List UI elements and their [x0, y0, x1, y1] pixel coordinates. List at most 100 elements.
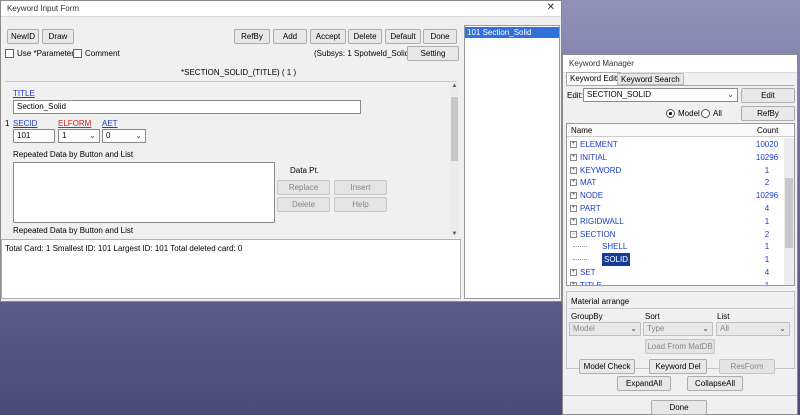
newid-button[interactable]: NewID — [7, 29, 39, 44]
tree-item[interactable]: + PART 4 — [567, 202, 783, 215]
sort-select[interactable]: Type ⌄ — [643, 322, 713, 336]
chevron-down-icon: ⌄ — [779, 324, 786, 333]
edit-keyword-select[interactable]: SECTION_SOLID ⌄ — [583, 88, 738, 102]
delete-button[interactable]: Delete — [348, 29, 382, 44]
resform-button[interactable]: ResForm — [719, 359, 775, 374]
chevron-down-icon: ⌄ — [702, 324, 709, 333]
tree-item-count: 10020 — [755, 140, 779, 149]
model-check-button[interactable]: Model Check — [579, 359, 635, 374]
repeated-data-label-2: Repeated Data by Button and List — [13, 226, 134, 235]
tree-item-count: 2 — [764, 178, 770, 188]
sort-label: Sort — [645, 312, 660, 321]
tab-keyword-edit[interactable]: Keyword Edit — [566, 72, 622, 85]
status-box: Total Card: 1 Smallest ID: 101 Largest I… — [1, 239, 461, 299]
chevron-down-icon: ⌄ — [135, 131, 142, 140]
tree-item-label: SECTION — [580, 229, 616, 239]
list-label: List — [717, 312, 730, 321]
replace-button[interactable]: Replace — [277, 180, 330, 195]
km-done-button[interactable]: Done — [651, 400, 707, 415]
aet-label[interactable]: AET — [102, 119, 118, 128]
tree-item[interactable]: + ELEMENT 10020 — [567, 138, 783, 151]
divider — [5, 81, 457, 82]
keyword-del-button[interactable]: Keyword Del — [649, 359, 707, 374]
insert-button[interactable]: Insert — [334, 180, 387, 195]
tree-item-label: TITLE — [580, 280, 602, 286]
groupby-select[interactable]: Model ⌄ — [569, 322, 641, 336]
tree-scrollbar[interactable] — [784, 138, 794, 285]
expand-icon[interactable]: + — [570, 153, 577, 161]
tree-item[interactable]: + NODE 10296 — [567, 189, 783, 202]
draw-button[interactable]: Draw — [42, 29, 74, 44]
default-button[interactable]: Default — [385, 29, 421, 44]
aet-select[interactable]: 0 ⌄ — [102, 129, 146, 143]
material-arrange-group: Material arrange GroupBy Sort List Model… — [566, 291, 795, 369]
elform-select[interactable]: 1 ⌄ — [58, 129, 100, 143]
tree-item[interactable]: - SECTION 2 — [567, 228, 783, 241]
groupby-value: Model — [573, 324, 595, 333]
tree-item[interactable]: + SET 4 — [567, 266, 783, 279]
tree-item-label: INITIAL — [580, 152, 608, 162]
expand-icon[interactable]: + — [570, 269, 577, 276]
done-button[interactable]: Done — [423, 29, 457, 44]
title-input[interactable]: Section_Solid — [13, 100, 361, 114]
keyword-list[interactable]: 101 Section_Solid — [464, 25, 560, 299]
tree-item[interactable]: + KEYWORD 1 — [567, 164, 783, 177]
tree-item-label: ELEMENT — [580, 140, 618, 149]
setting-button[interactable]: Setting — [407, 46, 459, 61]
comment-checkbox[interactable] — [73, 49, 82, 58]
tree-item[interactable]: + INITIAL 10296 — [567, 151, 783, 164]
edit-button[interactable]: Edit — [741, 88, 795, 103]
tree-item-label: PART — [580, 204, 601, 213]
expand-all-button[interactable]: ExpandAll — [617, 376, 671, 391]
keyword-manager-window: Keyword Manager Keyword Edit Keyword Sea… — [562, 54, 798, 415]
delete-data-button[interactable]: Delete — [277, 197, 330, 212]
tab-keyword-search[interactable]: Keyword Search — [617, 73, 684, 85]
list-item[interactable]: 101 Section_Solid — [465, 27, 559, 38]
title-field-label[interactable]: TITLE — [13, 89, 35, 98]
collapse-icon[interactable]: - — [570, 230, 577, 238]
help-button[interactable]: Help — [334, 197, 387, 212]
expand-icon[interactable]: + — [570, 179, 577, 187]
collapse-all-button[interactable]: CollapseAll — [687, 376, 743, 391]
repeated-data-list[interactable] — [13, 162, 275, 223]
col-count-header[interactable]: Count — [757, 126, 778, 135]
scrollbar-thumb[interactable] — [785, 178, 793, 248]
tree-item-label: NODE — [580, 191, 604, 201]
expand-icon[interactable]: + — [570, 166, 577, 174]
secid-label[interactable]: SECID — [13, 119, 37, 128]
card-scroll-area: TITLE Section_Solid 1 SECID ELFORM AET 1… — [5, 83, 461, 235]
secid-input[interactable]: 101 — [13, 129, 55, 143]
scrollbar-thumb[interactable] — [451, 97, 458, 161]
scroll-up-icon[interactable]: ▲ — [450, 83, 459, 89]
add-button[interactable]: Add — [273, 29, 307, 44]
tree-item[interactable]: SHELL 1 — [567, 240, 783, 253]
close-icon[interactable]: ✕ — [547, 2, 555, 13]
subsys-label: (Subsys: 1 Spotweld_Solid.k) — [314, 49, 419, 58]
vertical-scrollbar[interactable]: ▲ ▼ — [450, 83, 459, 237]
card-row-number: 1 — [5, 119, 10, 128]
list-select[interactable]: All ⌄ — [716, 322, 790, 336]
load-from-matdb-button[interactable]: Load From MatDB — [645, 339, 715, 354]
kif-titlebar: Keyword Input Form ✕ — [1, 1, 561, 17]
use-parameter-checkbox[interactable] — [5, 49, 14, 58]
expand-icon[interactable]: + — [570, 141, 577, 148]
expand-icon[interactable]: + — [570, 205, 577, 212]
km-refby-button[interactable]: RefBy — [741, 106, 795, 121]
tree-item[interactable]: + TITLE 1 — [567, 279, 783, 286]
expand-icon[interactable]: + — [570, 281, 577, 285]
keyword-tree[interactable]: Name Count + ELEMENT 10020 + INITIAL 10296 + KE… — [566, 123, 795, 286]
scroll-down-icon[interactable]: ▼ — [450, 231, 459, 237]
tree-item[interactable]: SOLID 1 — [567, 253, 783, 267]
elform-label[interactable]: ELFORM — [58, 119, 91, 128]
refby-button[interactable]: RefBy — [234, 29, 270, 44]
model-radio[interactable] — [666, 109, 675, 118]
accept-button[interactable]: Accept — [310, 29, 346, 44]
tree-item[interactable]: + MAT 2 — [567, 176, 783, 189]
col-name-header[interactable]: Name — [571, 126, 592, 135]
all-radio[interactable] — [701, 109, 710, 118]
km-titlebar: Keyword Manager — [563, 55, 797, 73]
expand-icon[interactable]: + — [570, 217, 577, 225]
tree-item[interactable]: + RIGIDWALL 1 — [567, 215, 783, 228]
expand-icon[interactable]: + — [570, 192, 577, 200]
tree-item-count: 4 — [764, 204, 770, 213]
